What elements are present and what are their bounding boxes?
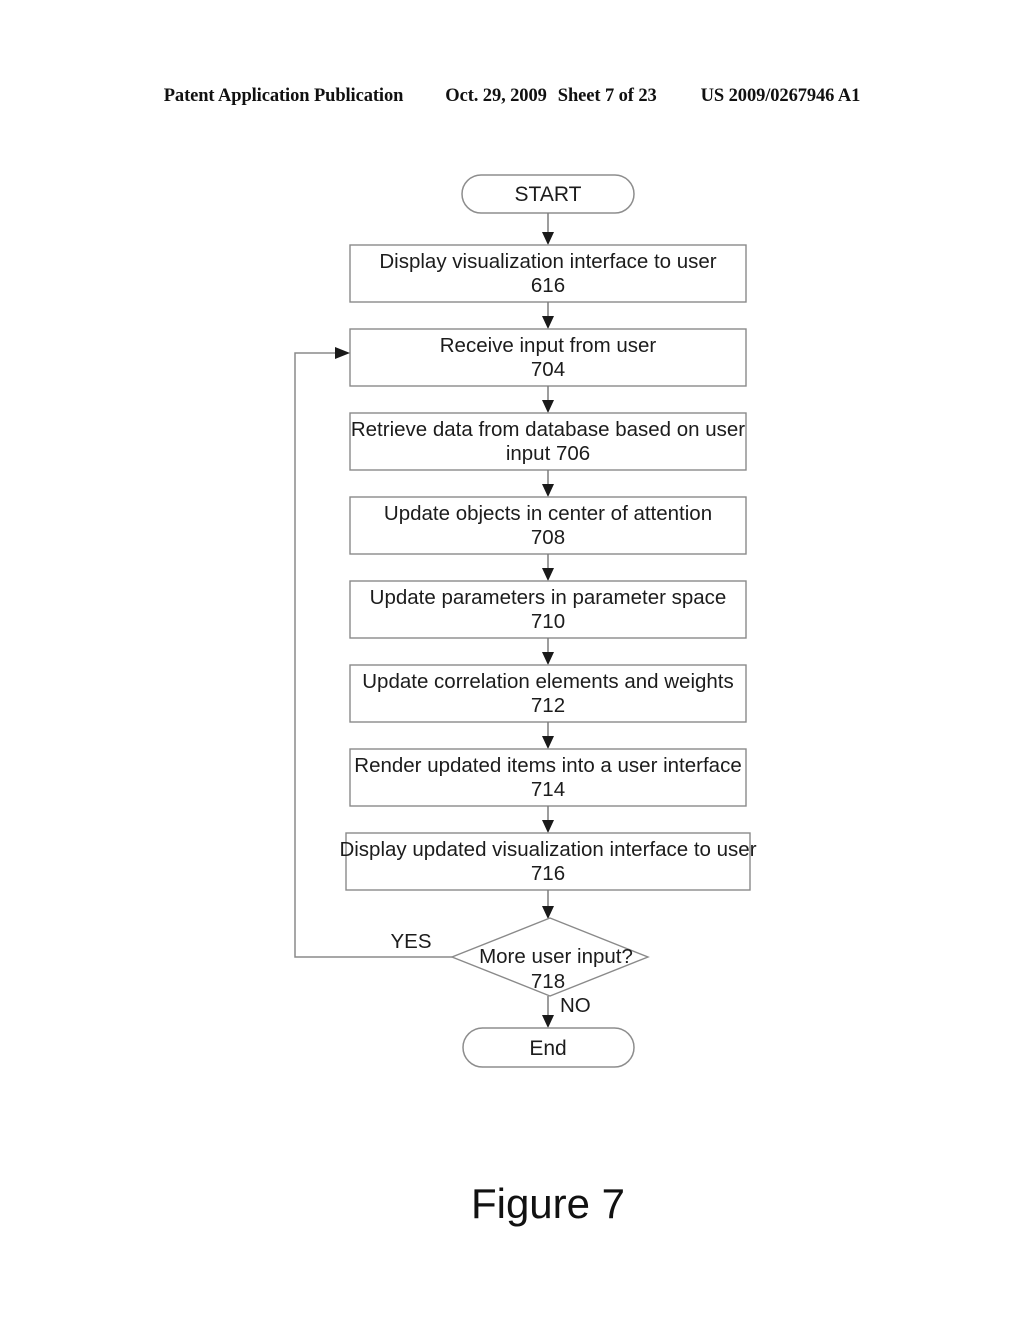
decision-718-reference: 718	[531, 970, 565, 993]
end-terminal-label: End	[529, 1037, 566, 1060]
flow-node-712: Update correlation elements and weights …	[349, 664, 747, 723]
flow-node-end: End	[462, 1027, 635, 1068]
process-714-text: Render updated items into a user interfa…	[354, 754, 741, 777]
branch-label-yes: YES	[390, 930, 431, 953]
process-708-text: Update objects in center of attention	[384, 502, 712, 525]
flow-node-714: Render updated items into a user interfa…	[349, 748, 747, 807]
arrowhead-into-710	[542, 568, 554, 581]
branch-label-no: NO	[560, 994, 591, 1017]
flow-node-616: Display visualization interface to user …	[349, 244, 747, 303]
process-704-text: Receive input from user	[440, 334, 657, 357]
flow-node-706: Retrieve data from database based on use…	[349, 412, 747, 471]
arrowhead-into-718	[542, 906, 554, 919]
flow-node-704: Receive input from user 704	[349, 328, 747, 387]
process-616-reference: 616	[531, 274, 565, 297]
flow-node-708: Update objects in center of attention 70…	[349, 496, 747, 555]
flow-node-716: Display updated visualization interface …	[339, 832, 757, 891]
process-704-reference: 704	[531, 358, 565, 381]
process-710-text: Update parameters in parameter space	[370, 586, 727, 609]
flow-node-710: Update parameters in parameter space 710	[349, 580, 747, 639]
arrowhead-into-716	[542, 820, 554, 833]
process-716-text: Display updated visualization interface …	[339, 838, 756, 861]
flow-node-start: START	[461, 174, 635, 214]
figure-7-flowchart: START Display visualization interface to…	[0, 0, 1024, 1320]
process-616-text: Display visualization interface to user	[379, 250, 716, 273]
decision-718-text: More user input?	[479, 945, 633, 968]
figure-caption: Figure 7	[471, 1180, 625, 1227]
process-710-reference: 710	[531, 610, 565, 633]
process-716-reference: 716	[531, 862, 565, 885]
process-712-reference: 712	[531, 694, 565, 717]
process-706-reference: input 706	[506, 442, 590, 465]
process-714-reference: 714	[531, 778, 565, 801]
arrowhead-into-708	[542, 484, 554, 497]
start-terminal-label: START	[515, 183, 582, 206]
flowchart-svg: START Display visualization interface to…	[294, 174, 757, 1227]
arrowhead-into-616	[542, 232, 554, 245]
arrowhead-loop-into-704	[335, 347, 350, 359]
arrowhead-into-714	[542, 736, 554, 749]
process-708-reference: 708	[531, 526, 565, 549]
arrowhead-into-end	[542, 1015, 554, 1028]
arrowhead-into-712	[542, 652, 554, 665]
arrowhead-into-706	[542, 400, 554, 413]
arrowhead-into-704	[542, 316, 554, 329]
process-706-text: Retrieve data from database based on use…	[351, 418, 745, 441]
flow-node-718-decision: More user input? 718	[450, 917, 650, 997]
process-712-text: Update correlation elements and weights	[362, 670, 734, 693]
